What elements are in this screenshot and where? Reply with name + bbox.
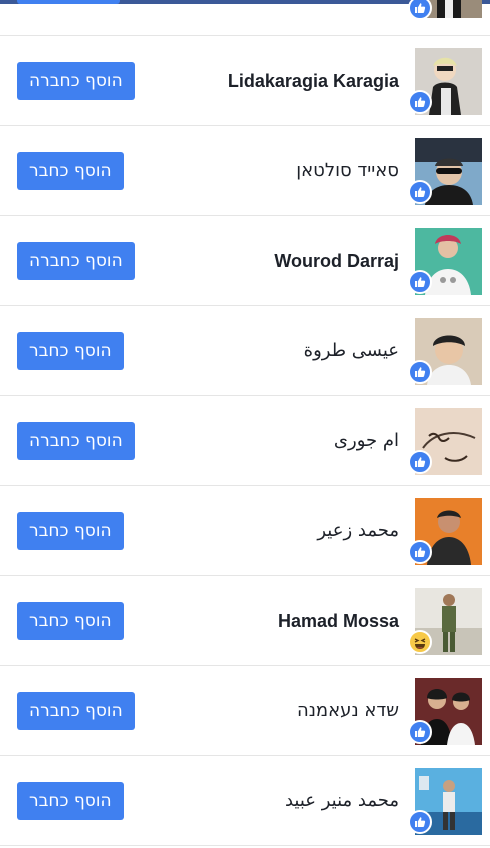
like-icon	[408, 540, 432, 564]
like-icon	[408, 180, 432, 204]
list-item: הוסף כחברה שדא נעאמנה	[0, 666, 490, 756]
add-friend-button[interactable]: הוסף כחבר	[17, 602, 124, 640]
person-name[interactable]: ام جورى	[334, 429, 399, 453]
person-name[interactable]: محمد منير عبيد	[285, 789, 399, 813]
person-name[interactable]: عيسى طروة	[304, 339, 399, 363]
list-item: הוסף כחברה Lidakaragia Karagia	[0, 36, 490, 126]
person-name[interactable]: محمد زعير	[317, 519, 399, 543]
reactions-list: הוסף כחברה Lidakaragia Karagia הוסף כחבר…	[0, 0, 490, 846]
list-item: הוסף כחברה ام جورى	[0, 396, 490, 486]
add-friend-button[interactable]: הוסף כחבר	[17, 152, 124, 190]
add-friend-button[interactable]: הוסף כחברה	[17, 422, 135, 460]
add-friend-button[interactable]: הוסף כחברה	[17, 242, 135, 280]
like-icon	[408, 360, 432, 384]
add-friend-button[interactable]: הוסף כחברה	[17, 692, 135, 730]
person-name[interactable]: Hamad Mossa	[278, 609, 399, 633]
list-item	[0, 0, 490, 36]
add-friend-button[interactable]: הוסף כחבר	[17, 782, 124, 820]
add-friend-button[interactable]: הוסף כחברה	[17, 62, 135, 100]
person-name[interactable]: שדא נעאמנה	[297, 699, 399, 723]
add-friend-button[interactable]: הוסף כחבר	[17, 332, 124, 370]
list-item: הוסף כחבר عيسى طروة	[0, 306, 490, 396]
person-name[interactable]: Lidakaragia Karagia	[228, 69, 399, 93]
like-icon	[408, 270, 432, 294]
haha-icon	[408, 630, 432, 654]
person-name[interactable]: סאייד סולטאן	[296, 159, 399, 183]
list-item: הוסף כחברה Wourod Darraj	[0, 216, 490, 306]
like-icon	[408, 720, 432, 744]
like-icon	[408, 810, 432, 834]
like-icon	[408, 450, 432, 474]
list-item: הוסף כחבר محمد زعير	[0, 486, 490, 576]
add-friend-button[interactable]	[17, 0, 120, 4]
list-item: הוסף כחבר محمد منير عبيد	[0, 756, 490, 846]
like-icon	[408, 90, 432, 114]
list-item: הוסף כחבר Hamad Mossa	[0, 576, 490, 666]
person-name[interactable]: Wourod Darraj	[274, 249, 399, 273]
add-friend-button[interactable]: הוסף כחבר	[17, 512, 124, 550]
list-item: הוסף כחבר סאייד סולטאן	[0, 126, 490, 216]
